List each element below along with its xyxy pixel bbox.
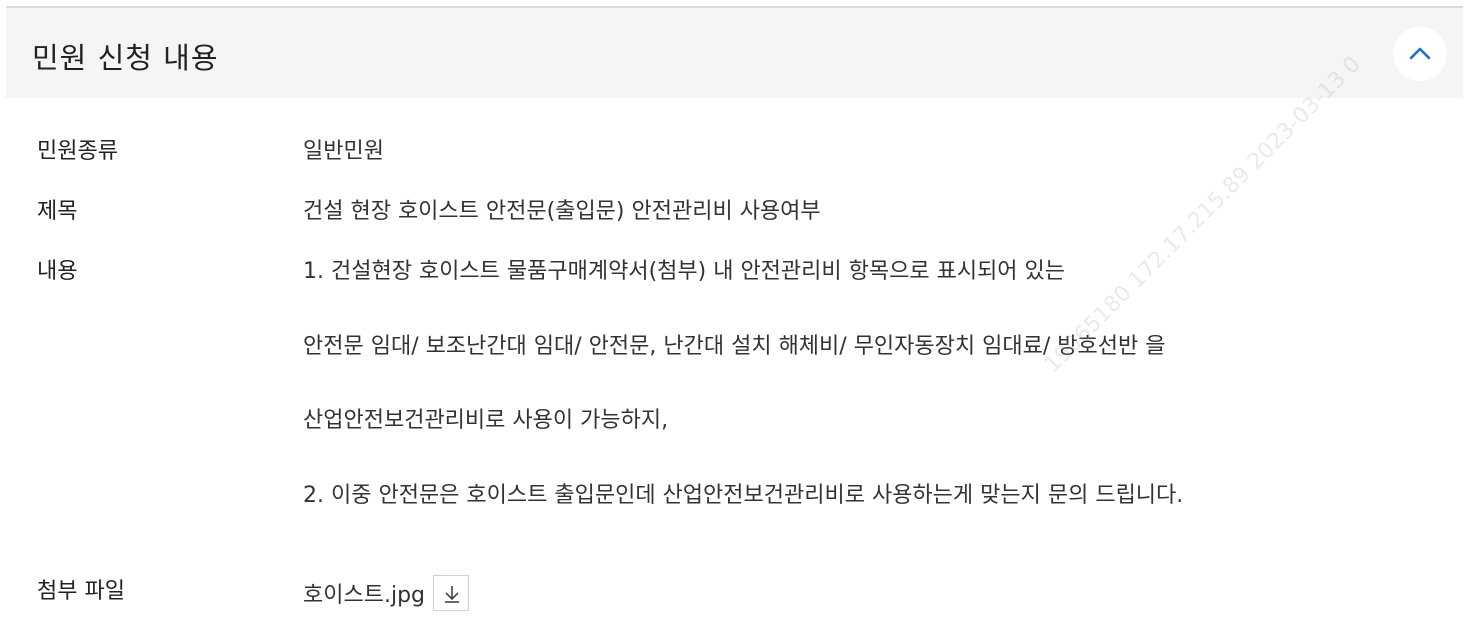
chevron-up-icon <box>1409 47 1431 60</box>
attachment: 호이스트.jpg <box>303 575 469 611</box>
content-line: 산업안전보건관리비로 사용이 가능하지, <box>303 408 669 433</box>
content-line: 2. 이중 안전문은 호이스트 출입문인데 산업안전보건관리비로 사용하는게 맞… <box>303 483 1184 508</box>
attachment-file-link[interactable]: 호이스트.jpg <box>303 577 425 609</box>
complaint-type-label: 민원종류 <box>37 139 118 164</box>
complaint-panel: 민원 신청 내용 민원종류 일반민원 제목 건설 현장 호이스트 안전문(출입문… <box>0 0 1471 643</box>
content-label: 내용 <box>37 259 78 284</box>
download-button[interactable] <box>433 575 469 611</box>
subject-label: 제목 <box>37 199 78 224</box>
content-line: 1. 건설현장 호이스트 물품구매계약서(첨부) 내 안전관리비 항목으로 표시… <box>303 259 1066 284</box>
attachment-label: 첨부 파일 <box>37 579 125 604</box>
content-line: 안전문 임대/ 보조난간대 임대/ 안전문, 난간대 설치 해체비/ 무인자동장… <box>303 334 1166 359</box>
subject-value: 건설 현장 호이스트 안전문(출입문) 안전관리비 사용여부 <box>303 199 821 224</box>
complaint-type-value: 일반민원 <box>303 139 384 164</box>
panel-title: 민원 신청 내용 <box>32 41 219 75</box>
download-icon <box>445 586 459 603</box>
collapse-button[interactable] <box>1393 27 1447 81</box>
panel-header: 민원 신청 내용 <box>6 6 1463 98</box>
